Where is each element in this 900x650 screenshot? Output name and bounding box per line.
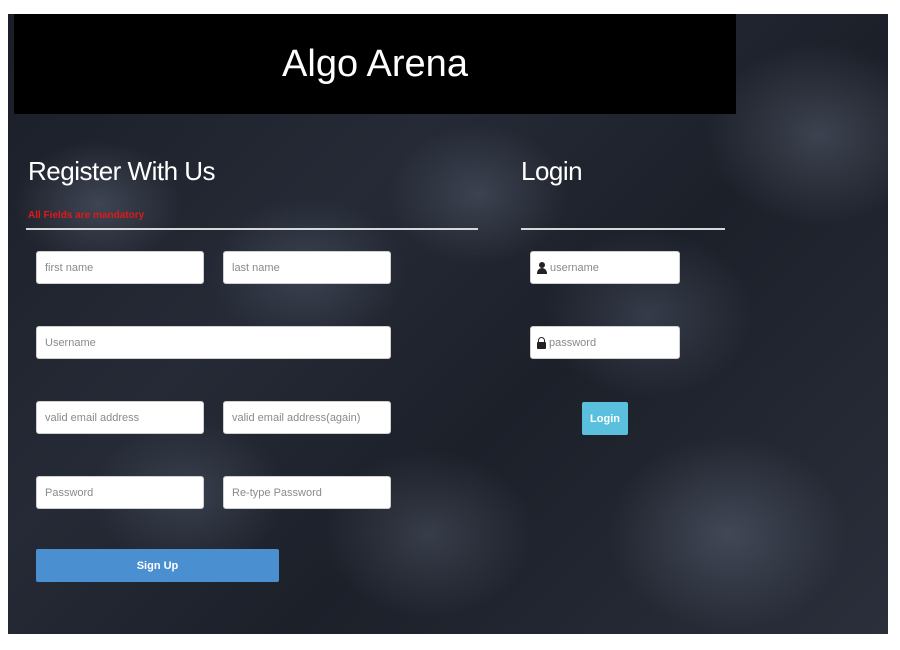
last-name-input[interactable] [223,251,391,284]
site-title: Algo Arena [282,42,468,85]
email-confirm-input[interactable] [223,401,391,434]
login-divider [521,228,725,230]
password-input[interactable] [36,476,204,509]
retype-password-input[interactable] [223,476,391,509]
page-background: Algo Arena Register With Us All Fields a… [8,14,888,634]
login-button[interactable]: Login [582,402,628,435]
mandatory-note: All Fields are mandatory [28,210,145,221]
login-title: Login [521,156,583,186]
register-divider [26,228,478,230]
site-header: Algo Arena [14,14,736,114]
user-icon [537,261,547,274]
first-name-input[interactable] [36,251,204,284]
sign-up-button[interactable]: Sign Up [36,549,279,582]
login-username-input[interactable] [547,260,672,275]
lock-icon [537,336,546,349]
login-password-input[interactable] [546,335,671,350]
login-username-field[interactable] [530,251,680,284]
email-input[interactable] [36,401,204,434]
login-password-field[interactable] [530,326,680,359]
register-title: Register With Us [28,156,216,186]
username-input[interactable] [36,326,391,359]
